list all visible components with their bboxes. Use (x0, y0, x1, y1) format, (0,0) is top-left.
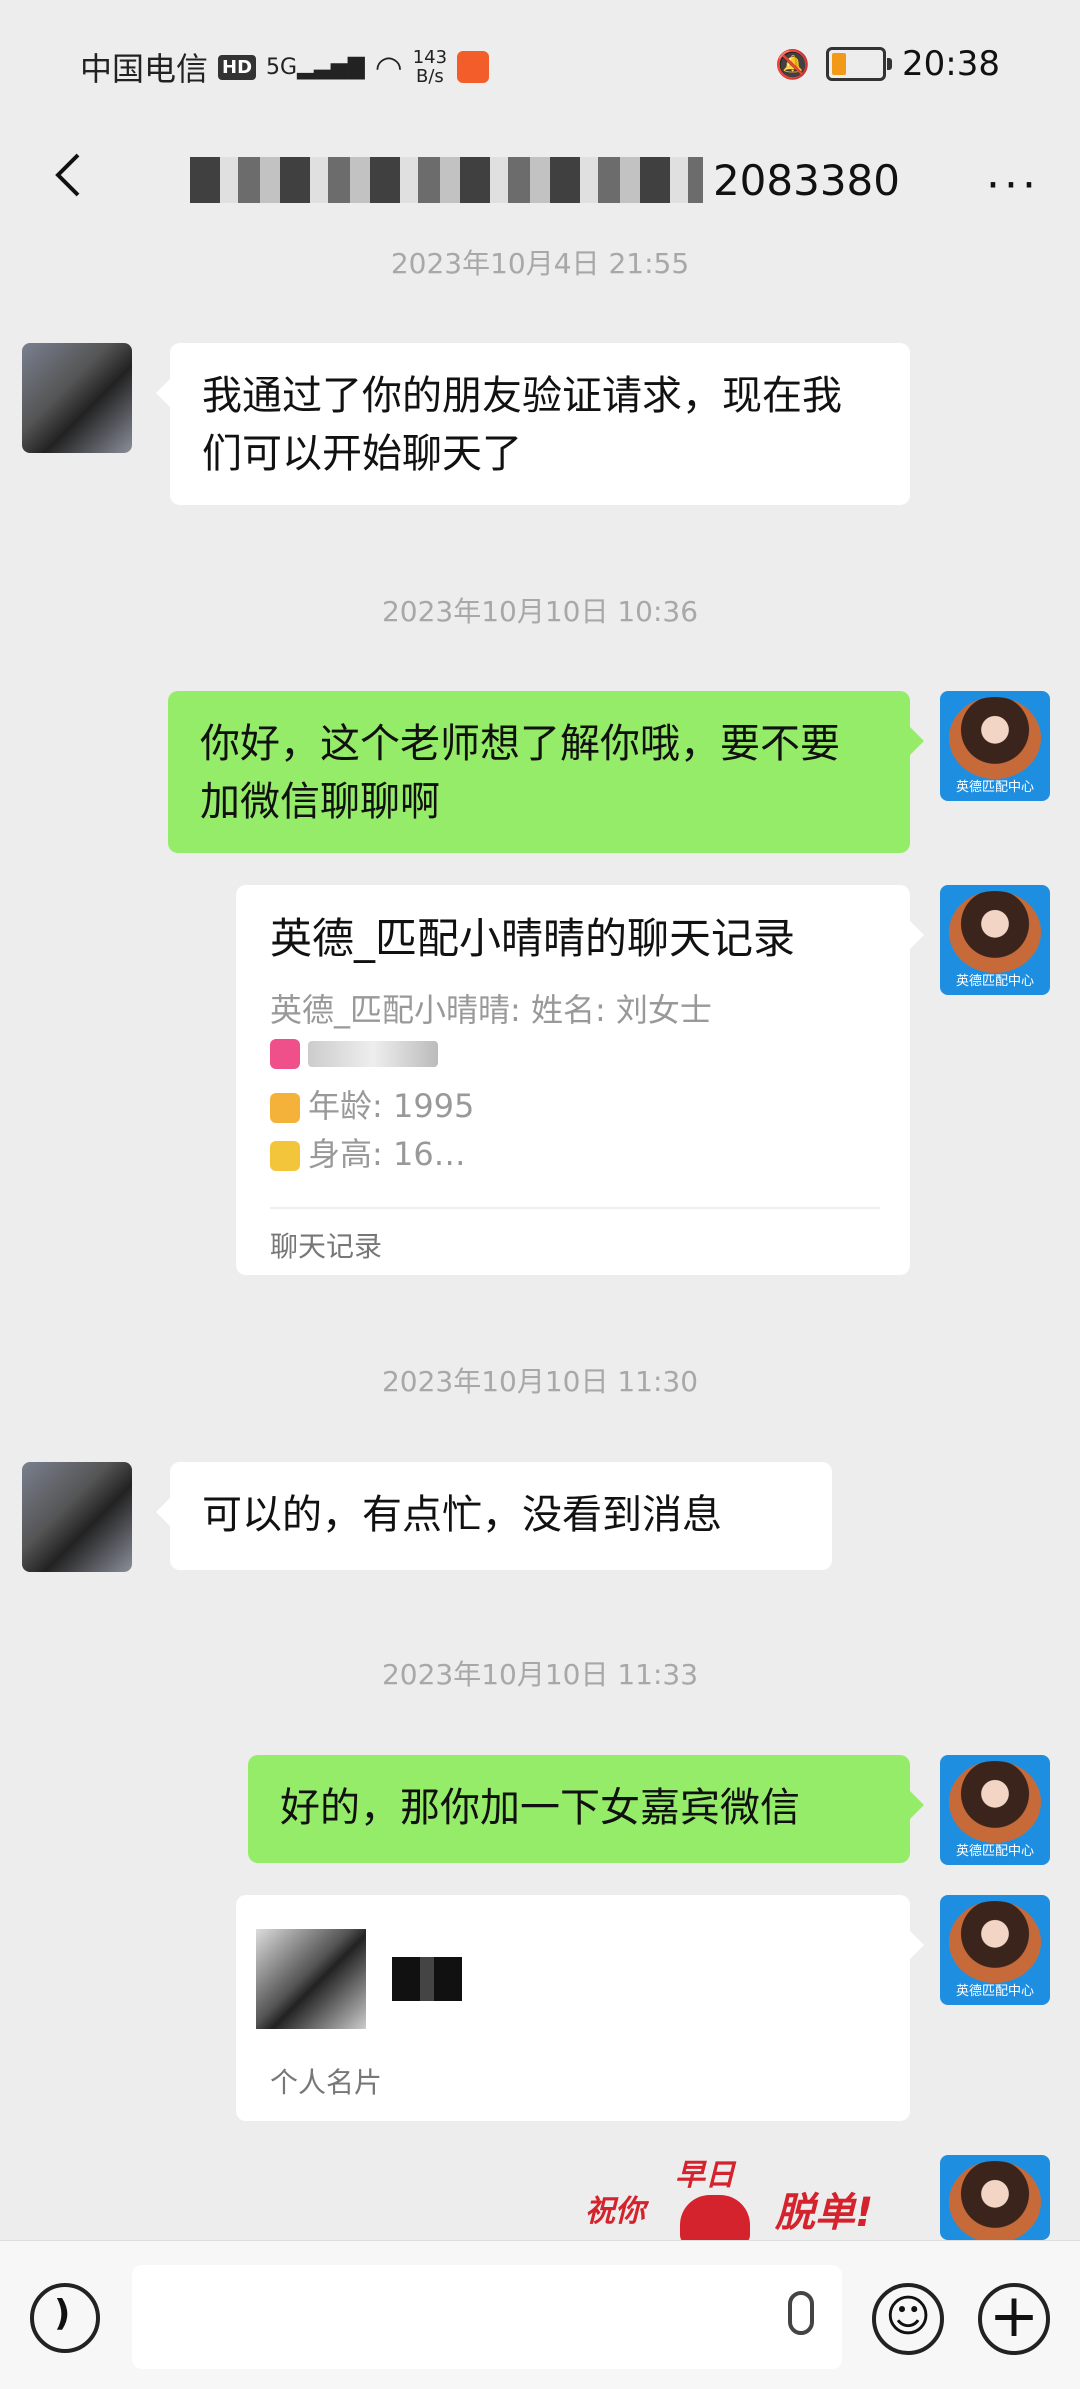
status-left: 中国电信 HD 5G▂▃▅▇ ◠ 143 B/s (80, 44, 490, 90)
signal-icon: 5G▂▃▅▇ (266, 54, 365, 80)
timestamp: 2023年10月10日 11:30 (381, 1365, 699, 1398)
message-bubble-outgoing[interactable]: 你好，这个老师想了解你哦，要不要加微信聊聊啊 (168, 691, 924, 853)
my-avatar[interactable] (940, 2155, 1050, 2240)
message-bubble-incoming[interactable]: 我通过了你的朋友验证请求，现在我们可以开始聊天了 (156, 343, 910, 505)
timestamp: 2023年10月10日 11:33 (381, 1658, 699, 1691)
microphone-icon[interactable] (788, 2291, 814, 2335)
heart-emoji-icon (270, 1093, 300, 1123)
chat-record-line: 英德_匹配小晴晴: 姓名: 刘女士 (270, 991, 712, 1029)
contact-card-name-blur (392, 1957, 462, 2001)
message-bubble-outgoing[interactable]: 好的，那你加一下女嘉宾微信 (248, 1755, 924, 1863)
heart-icon (680, 2195, 750, 2245)
network-speed: 143 B/s (412, 47, 448, 87)
my-avatar[interactable]: 英德匹配中心 (940, 885, 1050, 995)
message-bubble-incoming[interactable]: 可以的，有点忙，没看到消息 (156, 1462, 832, 1570)
status-right: 🔕 20:38 (775, 44, 1000, 84)
timestamp: 2023年10月4日 21:55 (390, 247, 690, 280)
sticker-image[interactable]: 早日 祝你 脱单! (585, 2150, 905, 2245)
chat-record-footer: 聊天记录 (270, 1230, 383, 1263)
chat-record-line: 身高: 16… (270, 1129, 466, 1175)
ribbon-emoji-icon (270, 1141, 300, 1171)
chat-record-line: 年龄: 1995 (270, 1081, 474, 1127)
redacted-title-blur (190, 157, 703, 203)
chat-header: 2083380 ··· (0, 130, 1080, 230)
carrier-label: 中国电信 (80, 50, 209, 88)
chat-record-title: 英德_匹配小晴晴的聊天记录 (270, 914, 796, 963)
voice-toggle-icon[interactable] (30, 2283, 100, 2353)
chat-title: 2083380 (190, 140, 900, 220)
card-divider (270, 1207, 880, 1209)
contact-card-avatar (256, 1929, 366, 2029)
message-input[interactable] (132, 2265, 842, 2369)
contact-card-footer: 个人名片 (270, 2066, 383, 2099)
input-bar: ☺ + (0, 2240, 1080, 2389)
my-avatar[interactable]: 英德匹配中心 (940, 1895, 1050, 2005)
back-arrow-icon[interactable] (42, 145, 102, 205)
chat-record-card[interactable]: 英德_匹配小晴晴的聊天记录 英德_匹配小晴晴: 姓名: 刘女士 年龄: 1995… (236, 885, 924, 1275)
timestamp: 2023年10月10日 10:36 (381, 595, 699, 628)
emoji-icon[interactable]: ☺ (872, 2283, 944, 2355)
clock: 20:38 (902, 44, 1000, 84)
mute-icon: 🔕 (775, 47, 811, 81)
heart-emoji-icon (270, 1039, 300, 1069)
contact-avatar[interactable] (22, 343, 132, 453)
contact-avatar[interactable] (22, 1462, 132, 1572)
hd-icon: HD (218, 54, 257, 80)
wifi-icon: ◠ (374, 48, 403, 86)
my-avatar[interactable]: 英德匹配中心 (940, 1755, 1050, 1865)
more-options-icon[interactable]: ··· (986, 160, 1040, 211)
chat-record-line (270, 1033, 438, 1071)
status-bar: 中国电信 HD 5G▂▃▅▇ ◠ 143 B/s 🔕 20:38 (0, 0, 1080, 130)
plus-icon[interactable]: + (978, 2283, 1050, 2355)
chat-title-suffix: 2083380 (712, 155, 900, 205)
contact-card[interactable]: 个人名片 (236, 1895, 924, 2121)
battery-icon (826, 47, 893, 81)
my-avatar[interactable]: 英德匹配中心 (940, 691, 1050, 801)
app-notification-icon (457, 51, 490, 83)
